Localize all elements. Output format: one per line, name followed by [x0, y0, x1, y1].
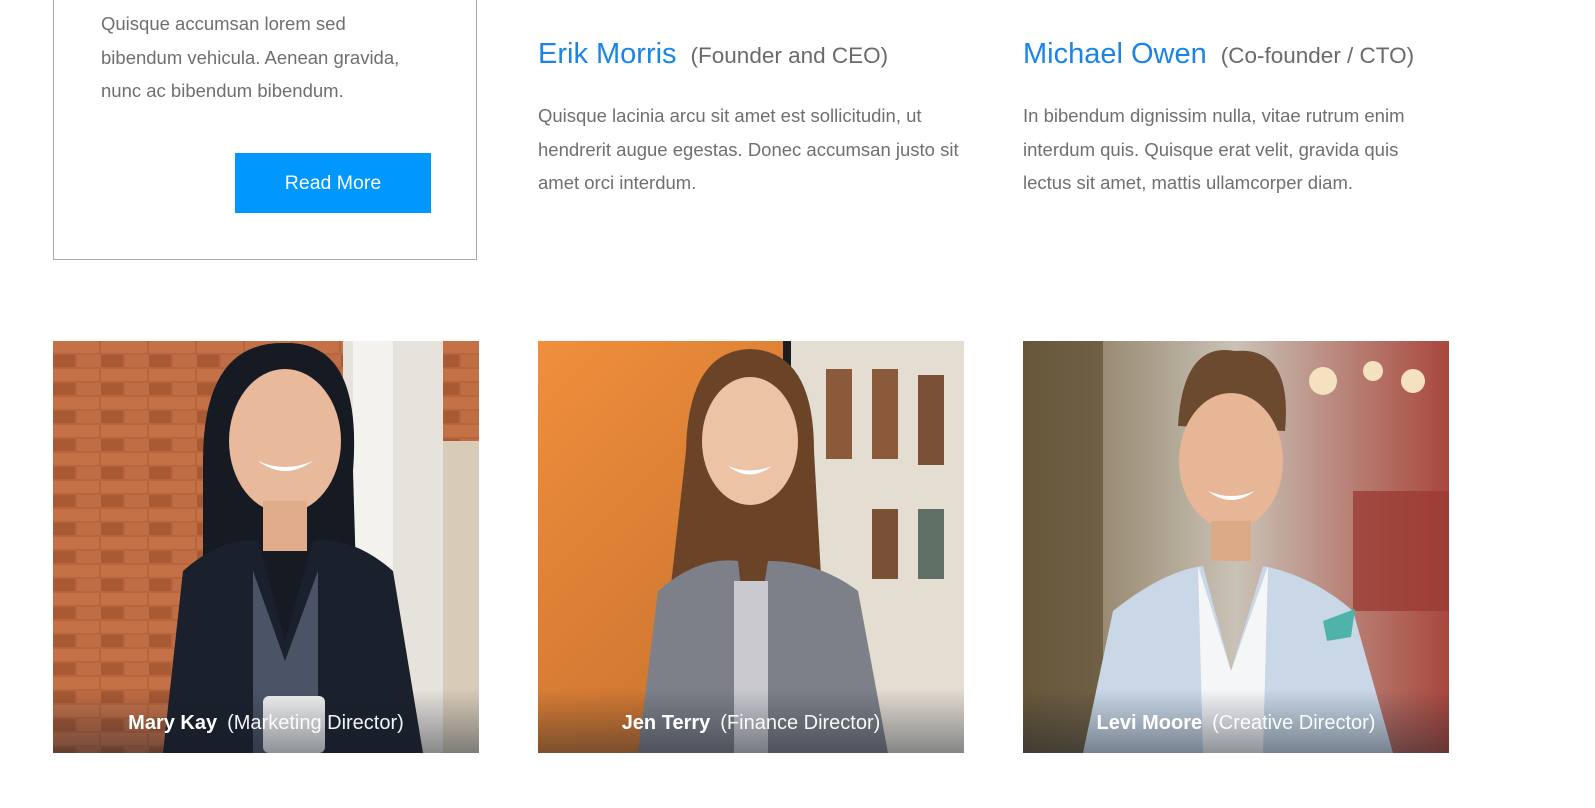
team-member-name: Mary Kay	[128, 711, 218, 734]
leader-name[interactable]: Erik Morris	[538, 38, 677, 71]
leader-role: (Founder and CEO)	[690, 43, 889, 68]
team-card-mary-kay[interactable]: Mary Kay (Marketing Director)	[53, 341, 479, 753]
leader-name[interactable]: Michael Owen	[1023, 38, 1207, 71]
team-caption: Jen Terry (Finance Director)	[538, 689, 964, 753]
leader-description: Quisque lacinia arcu sit amet est sollic…	[538, 105, 959, 193]
read-more-button[interactable]: Read More	[235, 153, 431, 213]
leader-michael-owen: Michael Owen (Co-founder / CTO) In biben…	[1023, 38, 1423, 200]
leader-description: In bibendum dignissim nulla, vitae rutru…	[1023, 105, 1405, 193]
team-member-role: (Finance Director)	[720, 711, 881, 734]
team-member-name: Jen Terry	[621, 711, 711, 734]
team-card-levi-moore[interactable]: Levi Moore (Creative Director)	[1023, 341, 1449, 753]
team-member-role: (Marketing Director)	[227, 711, 404, 734]
leader-heading: Erik Morris (Founder and CEO)	[538, 38, 968, 71]
leader-erik-morris: Erik Morris (Founder and CEO) Quisque la…	[538, 38, 968, 200]
team-caption: Levi Moore (Creative Director)	[1023, 689, 1449, 753]
team-card-jen-terry[interactable]: Jen Terry (Finance Director)	[538, 341, 964, 753]
leader-role: (Co-founder / CTO)	[1220, 43, 1415, 68]
team-caption: Mary Kay (Marketing Director)	[53, 689, 479, 753]
team-member-role: (Creative Director)	[1212, 711, 1376, 734]
leader-heading: Michael Owen (Co-founder / CTO)	[1023, 38, 1423, 71]
team-member-name: Levi Moore	[1096, 711, 1203, 734]
intro-card: Quisque accumsan lorem sed bibendum vehi…	[53, 0, 477, 260]
intro-card-text: Quisque accumsan lorem sed bibendum vehi…	[101, 13, 400, 101]
